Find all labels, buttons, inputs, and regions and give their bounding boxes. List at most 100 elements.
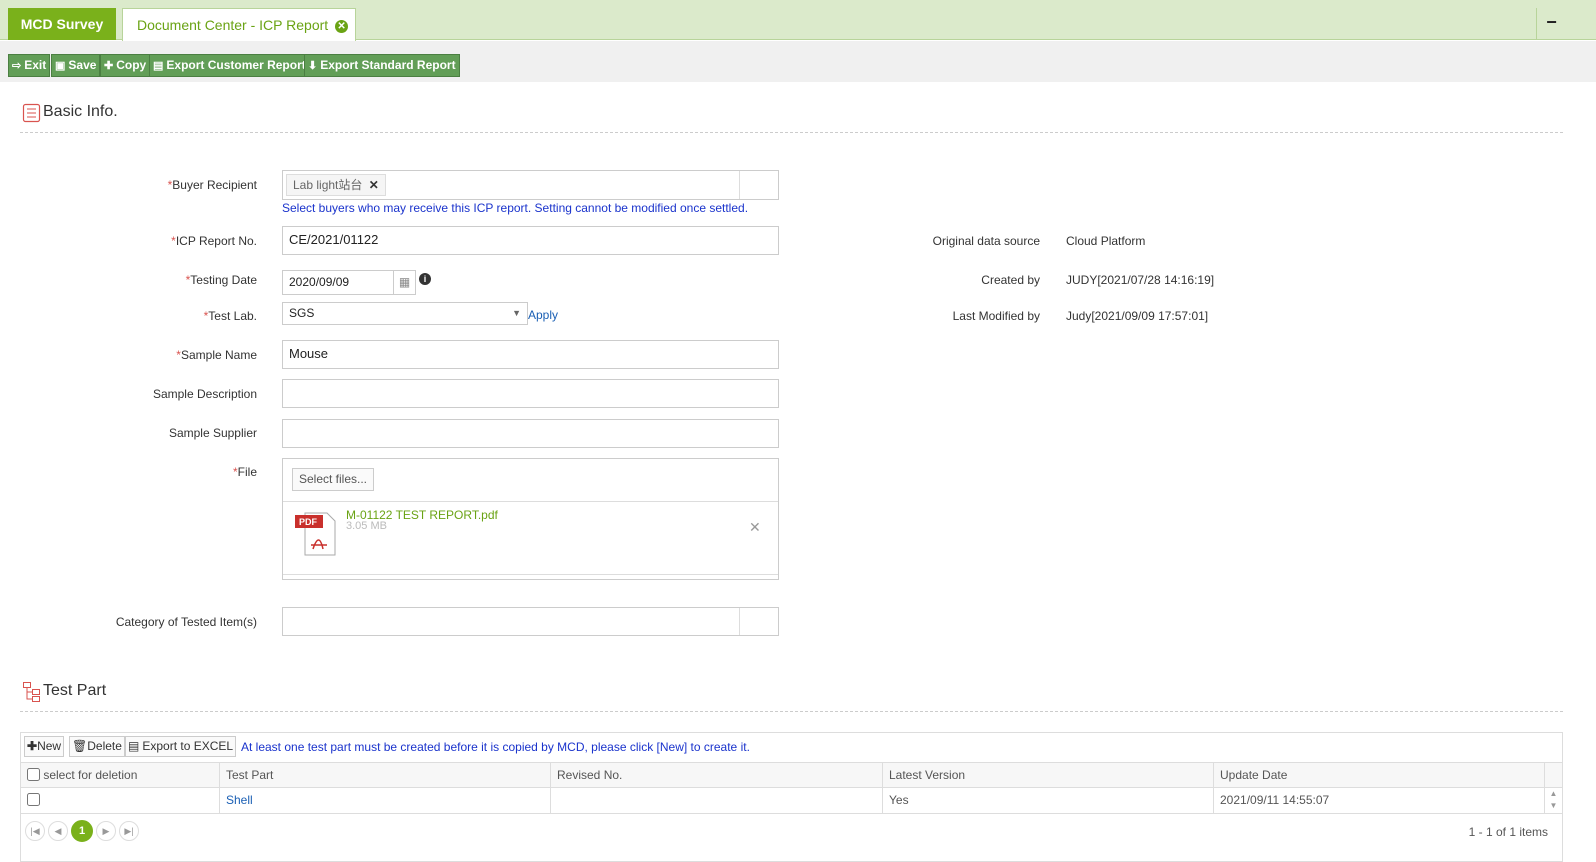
row-checkbox[interactable] [27,793,40,806]
download-icon: ⬇ [308,60,318,72]
row-revised-no [551,788,883,813]
info-icon[interactable]: i [419,273,431,285]
trash-icon: 🗑 [72,739,88,753]
first-page-button[interactable]: |◀ [25,821,45,841]
exit-label: Exit [24,58,47,72]
export-customer-report-button[interactable]: ▤ Export Customer Report [149,54,310,77]
export-excel-label: Export to EXCEL [142,739,234,753]
export-excel-button[interactable]: ▤ Export to EXCEL [125,736,237,757]
page-1-button[interactable]: 1 [71,820,93,842]
col-select: select for deletion [21,763,220,788]
main-content: Basic Info. *Buyer Recipient Lab light站台… [8,82,1596,862]
exit-button[interactable]: ⇨ Exit [8,54,51,77]
sample-supplier-input[interactable] [282,419,779,448]
col-update-date[interactable]: Update Date [1214,763,1545,788]
col-test-part[interactable]: Test Part [220,763,551,788]
new-label: New [37,739,62,753]
created-by-value: JUDY[2021/07/28 14:16:19] [1066,273,1215,287]
calendar-icon[interactable]: ▦ [393,271,415,294]
row-select [21,788,220,813]
file-label: *File [232,465,257,479]
last-modified-value: Judy[2021/09/09 17:57:01] [1066,309,1209,323]
test-part-title: Test Part [43,682,107,699]
tab-icp-report[interactable]: Document Center - ICP Report ✕ [122,8,356,41]
remove-file-icon[interactable]: ✕ [749,519,761,536]
test-lab-select[interactable]: SGS ▼ [282,302,528,325]
test-part-notice: At least one test part must be created b… [241,740,750,754]
delete-button[interactable]: 🗑Delete [69,736,125,757]
save-button[interactable]: ▣ Save [51,54,101,77]
export-standard-label: Export Standard Report [320,58,456,72]
buyer-tag-label: Lab light站台 [293,178,363,192]
tab-icp-report-label: Document Center - ICP Report [137,17,329,33]
excel-icon: ▤ [128,739,140,753]
file-upload-area: Select files... PDF M-01122 TEST REPORT.… [282,458,779,580]
test-lab-label: *Test Lab. [203,309,257,323]
remove-tag-icon[interactable]: ✕ [369,178,379,192]
section-divider [20,132,1563,133]
col-latest-version[interactable]: Latest Version [883,763,1214,788]
row-update-date: 2021/09/11 14:55:07 [1214,788,1545,813]
file-size: 3.05 MB [346,520,387,532]
pdf-icon: PDF [295,512,336,556]
chevron-down-icon: ▼ [512,308,521,318]
original-source-label: Original data source [932,234,1040,248]
tab-bar: MCD Survey Document Center - ICP Report … [0,0,1596,41]
basic-info-title: Basic Info. [43,103,118,120]
last-modified-label: Last Modified by [952,309,1040,323]
list-icon [22,103,41,123]
test-lab-value: SGS [289,306,315,320]
buyer-tag: Lab light站台 ✕ [286,174,386,196]
buyer-hint: Select buyers who may receive this ICP r… [282,201,749,215]
save-icon: ▣ [55,60,66,72]
tab-mcd-survey[interactable]: MCD Survey [8,8,116,40]
testing-date-value: 2020/09/09 [289,275,350,289]
buyer-recipient-label: *Buyer Recipient [167,178,257,192]
copy-button[interactable]: ✚ Copy [100,54,151,77]
category-field[interactable] [282,607,779,636]
test-part-link[interactable]: Shell [226,793,253,807]
created-by-label: Created by [981,273,1040,287]
toolbar: ⇨ Exit ▣ Save ✚ Copy ▤ Export Customer Repor… [0,41,1596,82]
sample-description-input[interactable] [282,379,779,408]
test-part-grid: ✚New 🗑Delete ▤ Export to EXCEL At least o… [20,732,1563,862]
grid-header: select for deletion Test Part Revised No… [21,762,1562,788]
testing-date-label: *Testing Date [185,273,257,287]
icp-report-no-input[interactable]: CE/2021/01122 [282,226,779,255]
col-select-label: select for deletion [43,768,138,782]
icp-report-no-label: *ICP Report No. [171,234,257,248]
pager-summary: 1 - 1 of 1 items [1468,825,1548,839]
original-source-value: Cloud Platform [1066,234,1146,248]
next-page-button[interactable]: ▶ [96,821,116,841]
category-label: Category of Tested Item(s) [115,615,257,629]
svg-text:PDF: PDF [299,517,318,527]
excel-icon: ▤ [153,60,164,72]
grid-scrollbar[interactable]: ▲ ▼ [1545,788,1562,813]
col-revised-no[interactable]: Revised No. [551,763,883,788]
export-customer-label: Export Customer Report [166,58,306,72]
select-files-button[interactable]: Select files... [292,468,374,491]
delete-label: Delete [87,739,122,753]
file-divider [283,501,778,502]
close-tab-icon[interactable]: ✕ [335,19,349,33]
prev-page-button[interactable]: ◀ [48,821,68,841]
apply-link[interactable]: Apply [528,308,558,322]
plus-icon: ✚ [27,739,38,753]
new-button[interactable]: ✚New [24,736,65,757]
select-all-checkbox[interactable] [27,768,40,781]
plus-icon: ✚ [104,60,114,72]
copy-label: Copy [116,58,147,72]
sample-description-label: Sample Description [152,387,257,401]
save-label: Save [68,58,97,72]
exit-icon: ⇨ [12,60,22,72]
export-standard-report-button[interactable]: ⬇ Export Standard Report [304,54,460,77]
minimize-button[interactable]: − [1536,8,1566,40]
row-latest-version: Yes [883,788,1214,813]
table-row: Shell Yes 2021/09/11 14:55:07 ▲ ▼ [21,788,1562,814]
tree-icon [23,682,40,702]
last-page-button[interactable]: ▶| [119,821,139,841]
sample-name-input[interactable]: Mouse [282,340,779,369]
sample-supplier-label: Sample Supplier [168,426,257,440]
file-bottom-divider [283,574,778,575]
section-divider [20,711,1563,712]
